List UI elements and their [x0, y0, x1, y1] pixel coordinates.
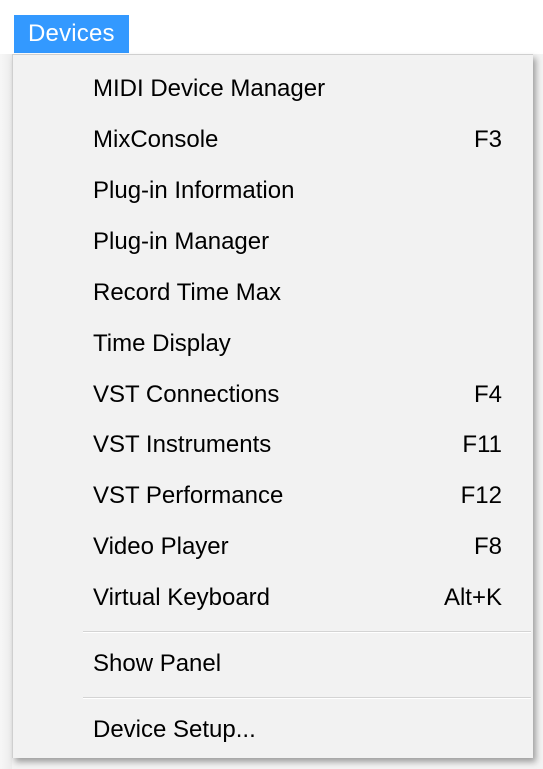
- menu-item-label: VST Connections: [93, 381, 280, 408]
- menu-item-time-display[interactable]: Time Display: [14, 320, 532, 368]
- menu-item-label: Device Setup...: [93, 716, 256, 743]
- menu-item-virtual-keyboard[interactable]: Virtual Keyboard Alt+K: [14, 574, 532, 622]
- devices-dropdown-menu: MIDI Device Manager MixConsole F3 Plug-i…: [12, 54, 533, 758]
- menu-item-label: Record Time Max: [93, 279, 282, 306]
- menu-item-shortcut: Alt+K: [443, 584, 502, 611]
- menu-item-label: MixConsole: [93, 126, 219, 153]
- menu-item-show-panel[interactable]: Show Panel: [14, 640, 532, 688]
- menu-item-record-time-max[interactable]: Record Time Max: [14, 269, 532, 317]
- window-edge: [0, 0, 12, 769]
- menu-separator: [83, 697, 531, 699]
- menu-item-mixconsole[interactable]: MixConsole F3: [14, 116, 532, 164]
- menu-item-midi-device-manager[interactable]: MIDI Device Manager: [14, 65, 532, 113]
- menu-item-label: VST Instruments: [93, 431, 272, 458]
- menu-item-label: Time Display: [93, 330, 231, 357]
- menu-item-shortcut: F11: [462, 431, 502, 458]
- menu-separator: [83, 631, 531, 633]
- menu-item-video-player[interactable]: Video Player F8: [14, 523, 532, 571]
- menu-item-shortcut: F12: [460, 482, 502, 509]
- menu-item-label: Plug-in Manager: [93, 228, 270, 255]
- menu-item-label: Virtual Keyboard: [93, 584, 270, 611]
- menu-item-plug-in-information[interactable]: Plug-in Information: [14, 167, 532, 215]
- menu-item-label: Video Player: [93, 533, 229, 560]
- menu-item-label: VST Performance: [93, 482, 284, 509]
- menu-bar: Devices: [0, 0, 543, 54]
- menu-devices[interactable]: Devices: [14, 15, 129, 53]
- menu-item-label: MIDI Device Manager: [93, 75, 326, 102]
- menu-item-plug-in-manager[interactable]: Plug-in Manager: [14, 218, 532, 266]
- menu-item-vst-performance[interactable]: VST Performance F12: [14, 472, 532, 520]
- menu-item-shortcut: F8: [473, 533, 502, 560]
- menu-item-vst-connections[interactable]: VST Connections F4: [14, 371, 532, 419]
- menu-item-label: Plug-in Information: [93, 177, 295, 204]
- window-frame: Devices MIDI Device Manager MixConsole F…: [0, 0, 543, 769]
- menu-item-label: Show Panel: [93, 650, 222, 677]
- menu-item-shortcut: F4: [473, 381, 502, 408]
- menu-item-vst-instruments[interactable]: VST Instruments F11: [14, 421, 532, 469]
- menu-item-shortcut: F3: [473, 126, 502, 153]
- menu-item-device-setup[interactable]: Device Setup...: [14, 706, 532, 754]
